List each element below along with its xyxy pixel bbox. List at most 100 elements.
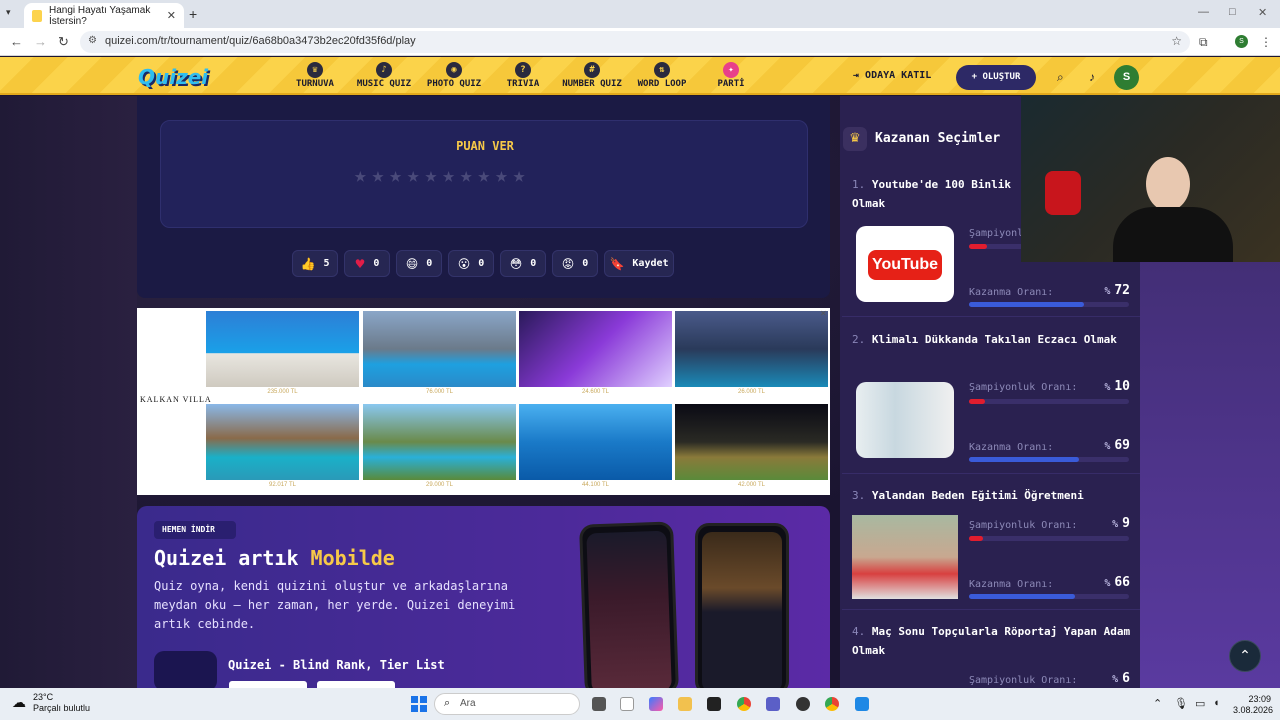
surprised-icon: 😮 <box>457 256 471 271</box>
store-icon[interactable] <box>707 697 721 711</box>
join-room-button[interactable]: ⇥ ODAYA KATIL <box>853 70 931 81</box>
youtube-logo: YouTube <box>868 250 942 280</box>
reaction-count: 5 <box>323 258 330 269</box>
ad-villa-image[interactable] <box>519 404 672 480</box>
reaction-love-button[interactable]: ♥ 0 <box>344 250 390 277</box>
close-window-icon[interactable]: ✕ <box>1258 6 1267 19</box>
heart-icon: ♥ <box>354 256 366 271</box>
nav-label: TRIVIA <box>506 79 540 89</box>
ad-villa-image[interactable] <box>675 404 828 480</box>
extensions-icon[interactable]: ⧉ <box>1199 35 1208 50</box>
nav-music-quiz[interactable]: ♪ MUSIC QUIZ <box>354 62 414 89</box>
reaction-flushed-button[interactable]: 😳 0 <box>500 250 546 277</box>
nav-parti[interactable]: ✦ PARTİ <box>714 62 748 89</box>
clock[interactable]: 23:09 3.08.2026 <box>1233 694 1274 716</box>
win-rate-fill <box>969 457 1080 462</box>
ad-villa-image[interactable] <box>206 311 359 387</box>
ad-villa-image[interactable] <box>363 404 516 480</box>
new-tab-button[interactable]: + <box>189 6 197 22</box>
star-rating-input[interactable]: ★★★★★★★★★★ <box>354 163 530 187</box>
task-view-icon[interactable] <box>592 697 606 711</box>
minimize-icon[interactable]: — <box>1198 6 1209 18</box>
nav-label: PARTİ <box>717 79 745 89</box>
scroll-to-top-button[interactable]: ⌃ <box>1229 640 1261 672</box>
reaction-count: 0 <box>373 258 380 269</box>
microphone-icon[interactable]: 🎙 <box>1174 697 1188 710</box>
back-icon[interactable]: ← <box>10 34 23 49</box>
winner-rank: 3. <box>852 489 866 502</box>
ad-close-icon[interactable]: ✕ <box>820 309 827 318</box>
reload-icon[interactable]: ↻ <box>58 34 69 50</box>
music-icon: ♪ <box>376 62 392 78</box>
app-icon[interactable] <box>855 697 869 711</box>
champion-rate-value: % 6 <box>1100 671 1130 686</box>
search-icon[interactable]: ⌕ <box>1057 70 1064 85</box>
maximize-icon[interactable]: □ <box>1229 6 1236 18</box>
quizei-logo[interactable]: Quizei <box>138 65 208 89</box>
create-button[interactable]: + OLUŞTUR <box>956 65 1036 90</box>
chrome-active-icon[interactable] <box>825 697 839 711</box>
promo-description: Quiz oyna, kendi quizini oluştur ve arka… <box>154 579 516 631</box>
winner-rank: 1. <box>852 178 866 191</box>
champion-rate-fill <box>969 399 985 404</box>
volume-icon[interactable]: ◖ <box>1213 697 1220 709</box>
address-bar-row: ← → ↻ ⚙ quizei.com/tr/tournament/quiz/6a… <box>0 28 1280 56</box>
taskbar-search-input[interactable]: ⌕ Ara <box>434 693 580 715</box>
reaction-like-button[interactable]: 👍 5 <box>292 250 338 277</box>
ad-villa-image[interactable] <box>675 311 828 387</box>
nav-number-quiz[interactable]: # NUMBER QUIZ <box>560 62 624 89</box>
windows-start-icon[interactable] <box>411 696 427 712</box>
ad-villa-image[interactable] <box>363 311 516 387</box>
site-info-icon[interactable]: ⚙ <box>88 35 97 46</box>
network-icon[interactable]: ▭ <box>1195 697 1205 710</box>
nav-word-loop[interactable]: ⇅ WORD LOOP <box>634 62 690 89</box>
webcam-overlay <box>1021 95 1280 262</box>
champion-rate-value: % 10 <box>1100 379 1130 394</box>
ad-villa-image[interactable] <box>519 311 672 387</box>
microphone-image <box>1045 171 1081 215</box>
file-explorer-icon[interactable] <box>678 697 692 711</box>
nav-turnuva[interactable]: ♛ TURNUVA <box>294 62 336 89</box>
reaction-laugh-button[interactable]: 😄 0 <box>396 250 442 277</box>
tab-list-icon[interactable]: ▾ <box>6 7 20 21</box>
person-face <box>1146 157 1190 211</box>
nav-label: TURNUVA <box>296 79 334 89</box>
forward-icon[interactable]: → <box>34 34 47 49</box>
url-input[interactable]: ⚙ quizei.com/tr/tournament/quiz/6a68b0a3… <box>80 31 1190 53</box>
reaction-count: 0 <box>582 258 589 269</box>
nav-label: WORD LOOP <box>637 79 687 89</box>
laugh-icon: 😄 <box>405 256 419 271</box>
winner-image <box>852 515 958 599</box>
user-avatar[interactable]: S <box>1114 65 1139 90</box>
reaction-angry-button[interactable]: 😡 0 <box>552 250 598 277</box>
file-icon[interactable] <box>620 697 634 711</box>
browser-tab[interactable]: Hangi Hayatı Yaşamak İstersin? ✕ <box>24 3 184 28</box>
favicon-icon <box>32 9 42 22</box>
promo-title-highlight: Mobilde <box>310 546 395 570</box>
reaction-count: 0 <box>530 258 537 269</box>
browser-profile-avatar[interactable]: S <box>1235 35 1248 48</box>
obs-icon[interactable] <box>796 697 810 711</box>
menu-icon[interactable]: ⋮ <box>1260 35 1272 49</box>
chevron-up-icon[interactable]: ⌃ <box>1153 697 1162 710</box>
teams-icon[interactable] <box>766 697 780 711</box>
ad-villa-image[interactable] <box>206 404 359 480</box>
reaction-wow-button[interactable]: 😮 0 <box>448 250 494 277</box>
bookmark-icon: 🔖 <box>609 256 625 271</box>
save-button[interactable]: 🔖 Kaydet <box>604 250 674 277</box>
win-rate-label: Kazanma Oranı: <box>969 442 1054 453</box>
chrome-icon[interactable] <box>737 697 751 711</box>
nav-photo-quiz[interactable]: ◉ PHOTO QUIZ <box>424 62 484 89</box>
thumbs-up-icon: 👍 <box>300 256 316 271</box>
nav-trivia[interactable]: ? TRIVIA <box>504 62 542 89</box>
close-tab-icon[interactable]: ✕ <box>167 9 176 22</box>
bookmark-star-icon[interactable]: ☆ <box>1171 34 1182 48</box>
date-text: 3.08.2026 <box>1233 705 1274 715</box>
cloud-icon: ☁ <box>12 694 26 710</box>
champion-rate-bar <box>969 399 1129 404</box>
weather-widget[interactable]: ☁ 23°C Parçalı bulutlu <box>12 692 90 714</box>
nav-label: MUSIC QUIZ <box>356 79 412 89</box>
windows-taskbar: ☁ 23°C Parçalı bulutlu ⌕ Ara ⌃ 🎙 ▭ ◖ 23:0… <box>0 688 1280 720</box>
copilot-icon[interactable] <box>649 697 663 711</box>
bell-icon[interactable]: ♪ <box>1089 70 1095 84</box>
